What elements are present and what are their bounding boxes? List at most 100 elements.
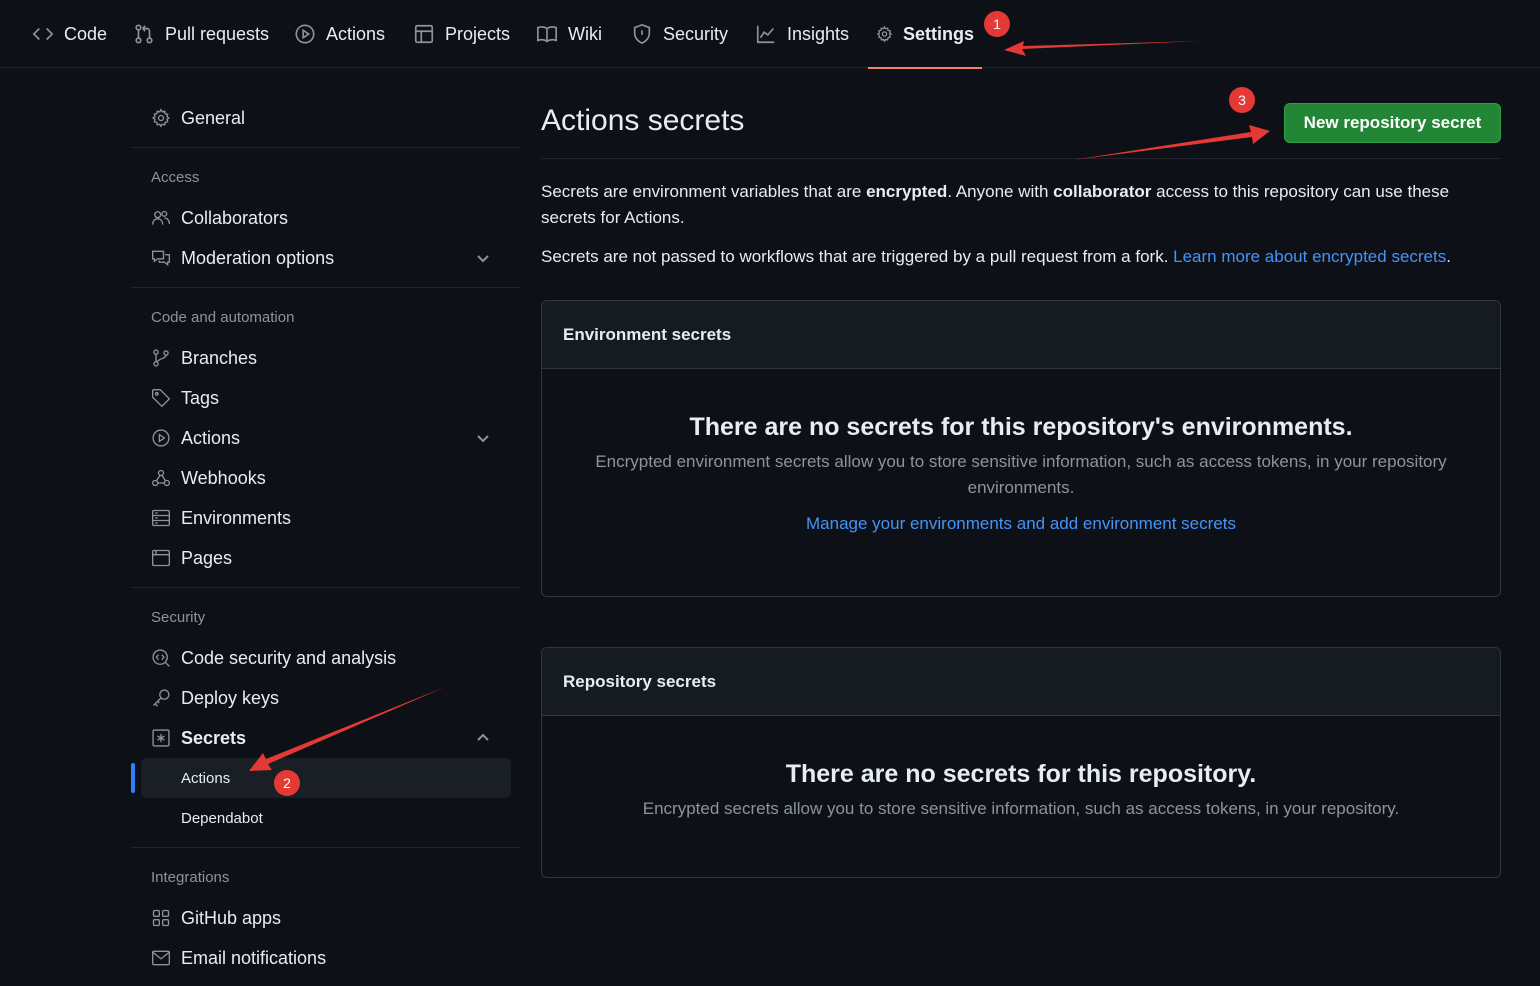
- sidebar-item-email-notifications[interactable]: Email notifications: [131, 938, 511, 978]
- annotation-badge-2: 2: [274, 770, 300, 796]
- key-asterisk-icon: [152, 729, 170, 747]
- learn-more-link[interactable]: Learn more about encrypted secrets: [1173, 247, 1446, 266]
- sidebar-heading-integrations: Integrations: [151, 869, 230, 886]
- sidebar-divider: [131, 147, 521, 148]
- environment-secrets-header: Environment secrets: [542, 301, 1500, 369]
- webhook-icon: [152, 469, 170, 487]
- new-repository-secret-button[interactable]: New repository secret: [1284, 103, 1501, 143]
- mail-icon: [152, 950, 170, 966]
- sidebar-item-label: Secrets: [181, 727, 247, 748]
- key-icon: [153, 689, 170, 707]
- tab-security[interactable]: Security: [623, 0, 736, 68]
- sidebar-item-label: Webhooks: [181, 467, 266, 488]
- play-icon: [152, 429, 170, 447]
- sidebar-item-actions[interactable]: Actions: [131, 418, 511, 458]
- sidebar-divider: [131, 847, 521, 848]
- sidebar-heading-security: Security: [151, 609, 206, 626]
- sidebar-item-label: Collaborators: [181, 207, 289, 228]
- tab-code[interactable]: Code: [24, 0, 115, 68]
- gear-icon: [876, 25, 893, 43]
- sidebar-item-label: Code security and analysis: [181, 647, 397, 668]
- tab-label: Actions: [326, 23, 386, 44]
- codescan-icon: [152, 649, 170, 667]
- tab-insights[interactable]: Insights: [747, 0, 857, 68]
- sidebar-heading-code: Code and automation: [151, 309, 295, 326]
- pull-request-icon: [135, 24, 153, 44]
- empty-state-description: Encrypted environment secrets allow you …: [595, 452, 1447, 497]
- sidebar-item-branches[interactable]: Branches: [131, 338, 511, 378]
- server-icon: [152, 509, 170, 527]
- play-icon: [295, 24, 315, 44]
- repository-secrets-box: Repository secrets There are no secrets …: [541, 647, 1501, 878]
- graph-icon: [756, 25, 775, 44]
- sidebar-item-label: Pages: [181, 547, 233, 568]
- sidebar-item-label: Tags: [181, 387, 220, 408]
- tab-actions[interactable]: Actions: [286, 0, 393, 68]
- tab-label: Settings: [902, 23, 974, 44]
- sidebar-item-secrets[interactable]: Secrets: [131, 718, 511, 758]
- people-icon: [152, 210, 170, 225]
- empty-state-description: Encrypted secrets allow you to store sen…: [642, 799, 1400, 818]
- tab-label: Pull requests: [165, 23, 270, 44]
- intro-bold: collaborator: [1053, 182, 1152, 201]
- sidebar-subitem-actions[interactable]: Actions: [141, 758, 511, 798]
- browser-icon: [152, 549, 170, 567]
- intro-text: Secrets are environment variables that a…: [541, 182, 867, 201]
- sidebar-subitem-label: Dependabot: [181, 809, 263, 827]
- chevron-down-icon[interactable]: [475, 250, 491, 266]
- fork-note-paragraph: Secrets are not passed to workflows that…: [541, 244, 1501, 270]
- title-divider: [541, 158, 1501, 159]
- sidebar-item-moderation[interactable]: Moderation options: [131, 238, 511, 278]
- tab-label: Security: [663, 23, 729, 44]
- annotation-arrow-3: [1073, 125, 1270, 160]
- tab-settings[interactable]: Settings: [868, 0, 982, 69]
- active-item-indicator: [131, 763, 135, 793]
- annotation-badge-1: 1: [984, 11, 1010, 37]
- sidebar-item-environments[interactable]: Environments: [131, 498, 511, 538]
- apps-icon: [152, 909, 170, 927]
- gear-icon: [151, 108, 171, 128]
- sidebar-item-deploy-keys[interactable]: Deploy keys: [131, 678, 511, 718]
- chevron-down-icon[interactable]: [475, 430, 491, 446]
- manage-environments-link[interactable]: Manage your environments and add environ…: [582, 514, 1460, 534]
- fork-note-text: Secrets are not passed to workflows that…: [541, 247, 1174, 266]
- sidebar-item-label: Deploy keys: [181, 687, 280, 708]
- fork-note-text: .: [1446, 247, 1451, 266]
- tag-icon: [152, 389, 171, 408]
- sidebar-item-github-apps[interactable]: GitHub apps: [131, 898, 511, 938]
- tab-pull-requests[interactable]: Pull requests: [125, 0, 277, 68]
- sidebar-item-pages[interactable]: Pages: [131, 538, 511, 578]
- chevron-up-icon[interactable]: [475, 730, 491, 746]
- sidebar-item-webhooks[interactable]: Webhooks: [131, 458, 511, 498]
- intro-paragraph: Secrets are environment variables that a…: [541, 179, 1501, 231]
- empty-state-title: There are no secrets for this repository…: [785, 760, 1257, 788]
- code-icon: [32, 27, 54, 41]
- sidebar-item-label: General: [181, 107, 246, 128]
- environment-secrets-empty: There are no secrets for this repository…: [542, 369, 1500, 534]
- sidebar-item-general[interactable]: General: [131, 98, 511, 138]
- branch-icon: [153, 349, 169, 367]
- sidebar-subitem-dependabot[interactable]: Dependabot: [141, 798, 511, 838]
- sidebar-item-code-security[interactable]: Code security and analysis: [131, 638, 511, 678]
- sidebar-item-label: GitHub apps: [181, 907, 282, 928]
- intro-text: . Anyone with: [947, 182, 1054, 201]
- repository-secrets-header: Repository secrets: [542, 648, 1500, 716]
- tab-projects[interactable]: Projects: [405, 0, 518, 68]
- comment-discussion-icon: [152, 250, 170, 266]
- page-title: Actions secrets: [541, 104, 745, 137]
- environment-secrets-box: Environment secrets There are no secrets…: [541, 300, 1501, 597]
- repository-secrets-empty: There are no secrets for this repository…: [542, 716, 1500, 822]
- sidebar-divider: [131, 587, 521, 588]
- table-icon: [414, 24, 434, 44]
- sidebar-divider: [131, 287, 521, 288]
- tab-wiki[interactable]: Wiki: [528, 0, 610, 68]
- sidebar-item-collaborators[interactable]: Collaborators: [131, 198, 511, 238]
- tab-label: Wiki: [568, 23, 602, 44]
- shield-icon: [633, 23, 651, 45]
- sidebar-item-label: Branches: [181, 347, 258, 368]
- sidebar-item-label: Moderation options: [181, 247, 335, 268]
- sidebar-heading-access: Access: [151, 169, 200, 186]
- sidebar-item-tags[interactable]: Tags: [131, 378, 511, 418]
- sidebar-item-label: Actions: [181, 427, 241, 448]
- sidebar-item-label: Environments: [181, 507, 292, 528]
